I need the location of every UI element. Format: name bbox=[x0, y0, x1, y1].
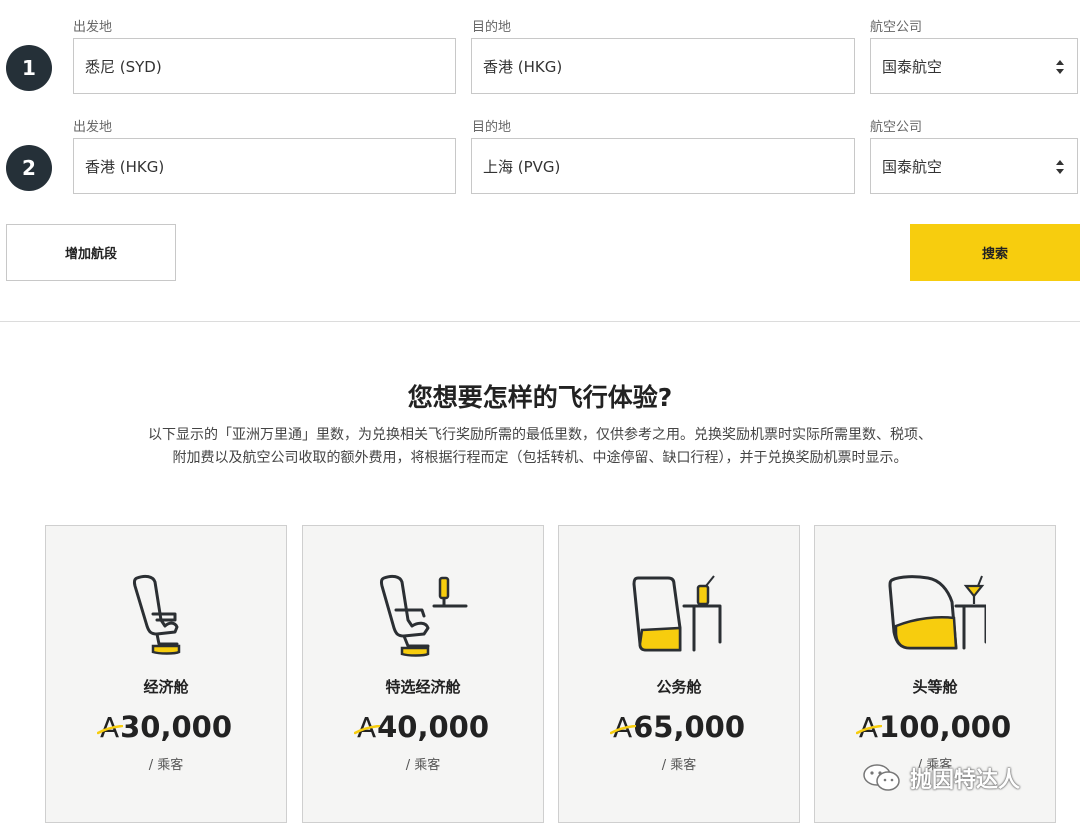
cabin-miles: A 30,000 bbox=[46, 710, 286, 744]
destination-value: 香港 (HKG) bbox=[483, 57, 563, 76]
cabin-miles: A 40,000 bbox=[303, 710, 543, 744]
destination-input[interactable]: 上海 (PVG) bbox=[471, 138, 855, 194]
section-divider bbox=[0, 321, 1080, 322]
per-passenger-label: / 乘客 bbox=[148, 758, 184, 773]
leg-number-badge: 2 bbox=[6, 145, 52, 191]
origin-value: 悉尼 (SYD) bbox=[85, 57, 162, 76]
leg-number-badge: 1 bbox=[6, 45, 52, 91]
origin-value: 香港 (HKG) bbox=[85, 157, 165, 176]
description-line-1: 以下显示的「亚洲万里通」里数，为兑换相关飞行奖励所需的最低里数，仅供参考之用。兑… bbox=[148, 427, 932, 443]
airline-label: 航空公司 bbox=[870, 120, 923, 135]
watermark-text: 抛因特达人 bbox=[910, 768, 1021, 793]
asia-miles-symbol: A bbox=[855, 711, 882, 744]
asia-miles-swoosh-icon bbox=[353, 725, 380, 735]
cabin-card-business[interactable]: 公务舱 A 65,000 / 乘客 bbox=[558, 525, 800, 823]
select-arrows-icon bbox=[1056, 160, 1064, 174]
select-arrows-icon bbox=[1056, 60, 1064, 74]
miles-value: 30,000 bbox=[120, 710, 233, 744]
asia-miles-swoosh-icon bbox=[96, 725, 123, 735]
asia-miles-symbol: A bbox=[353, 711, 380, 744]
cabin-name: 经济舱 bbox=[143, 678, 189, 696]
asia-miles-swoosh-icon bbox=[855, 725, 882, 735]
destination-label: 目的地 bbox=[472, 20, 512, 35]
wechat-icon bbox=[863, 764, 900, 791]
miles-value: 40,000 bbox=[377, 710, 490, 744]
section-heading: 您想要怎样的飞行体验? bbox=[407, 383, 673, 412]
add-leg-button[interactable]: 增加航段 bbox=[6, 224, 176, 281]
search-button[interactable]: 搜索 bbox=[910, 224, 1080, 281]
airline-value: 国泰航空 bbox=[882, 57, 943, 76]
destination-input[interactable]: 香港 (HKG) bbox=[471, 38, 855, 94]
description-line-2: 附加费以及航空公司收取的额外费用，将根据行程而定（包括转机、中途停留、缺口行程）… bbox=[172, 450, 908, 466]
airline-label: 航空公司 bbox=[870, 20, 923, 35]
airline-select[interactable]: 国泰航空 bbox=[870, 138, 1078, 194]
economy-seat-icon bbox=[132, 574, 181, 655]
per-passenger-label: / 乘客 bbox=[405, 758, 441, 773]
miles-value: 65,000 bbox=[633, 710, 746, 744]
cabin-name: 特选经济舱 bbox=[385, 678, 461, 696]
cabin-miles: A 100,000 bbox=[815, 710, 1055, 744]
cabin-miles: A 65,000 bbox=[559, 710, 799, 744]
section-description: 以下显示的「亚洲万里通」里数，为兑换相关飞行奖励所需的最低里数，仅供参考之用。兑… bbox=[90, 424, 990, 470]
business-seat-icon bbox=[632, 575, 722, 652]
cabin-name: 头等舱 bbox=[912, 678, 958, 696]
first-class-seat-icon bbox=[888, 575, 986, 650]
asia-miles-symbol: A bbox=[96, 711, 123, 744]
leg-row-1: 1 出发地 悉尼 (SYD) 目的地 香港 (HKG) 航空公司 国泰航空 bbox=[0, 0, 1080, 100]
origin-input[interactable]: 悉尼 (SYD) bbox=[73, 38, 456, 94]
airline-value: 国泰航空 bbox=[882, 157, 943, 176]
asia-miles-swoosh-icon bbox=[609, 725, 636, 735]
cabin-card-premium-economy[interactable]: 特选经济舱 A 40,000 / 乘客 bbox=[302, 525, 544, 823]
cabin-card-economy[interactable]: 经济舱 A 30,000 / 乘客 bbox=[45, 525, 287, 823]
origin-input[interactable]: 香港 (HKG) bbox=[73, 138, 456, 194]
watermark: 抛因特达人 bbox=[862, 760, 1062, 796]
leg-row-2: 2 出发地 香港 (HKG) 目的地 上海 (PVG) 航空公司 国泰航空 bbox=[0, 100, 1080, 200]
destination-value: 上海 (PVG) bbox=[483, 157, 561, 176]
destination-label: 目的地 bbox=[472, 120, 512, 135]
asia-miles-symbol: A bbox=[609, 711, 636, 744]
cabin-name: 公务舱 bbox=[656, 678, 702, 696]
miles-value: 100,000 bbox=[879, 710, 1012, 744]
premium-economy-seat-icon bbox=[379, 574, 468, 657]
airline-select[interactable]: 国泰航空 bbox=[870, 38, 1078, 94]
origin-label: 出发地 bbox=[73, 20, 113, 35]
origin-label: 出发地 bbox=[73, 120, 113, 135]
per-passenger-label: / 乘客 bbox=[661, 758, 697, 773]
